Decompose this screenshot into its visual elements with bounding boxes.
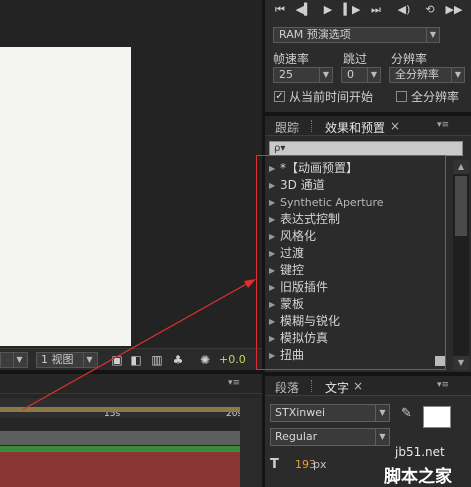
scroll-up-icon[interactable]: ▲ [453, 160, 469, 174]
loop-icon[interactable]: ⟲ [421, 2, 439, 18]
close-tab-icon[interactable]: × [353, 379, 363, 393]
tab-character[interactable]: 文字 [325, 379, 349, 396]
resolution-dropdown[interactable]: 全分辨率 ▼ [389, 67, 465, 83]
frame-rate-value: 25 [279, 68, 293, 81]
font-family-value: STXinwei [275, 406, 326, 419]
composition-canvas[interactable] [0, 47, 131, 346]
timeline-menu-icon[interactable]: ▾≡ [228, 378, 240, 388]
scroll-down-icon[interactable]: ▼ [453, 356, 469, 370]
panel-menu-icon[interactable]: ▾≡ [437, 380, 449, 390]
font-style-dropdown[interactable]: Regular ▼ [270, 428, 390, 446]
annotation-box [256, 155, 446, 370]
character-panel-tabs: 段落 文字 × ▾≡ [265, 376, 471, 396]
transport-controls: ⏮ ◀▍ ▶ ▍▶ ⏭ ◀) ⟲ ▶▶ [265, 0, 471, 20]
font-size-unit: px [313, 458, 327, 471]
fill-color-swatch[interactable] [423, 406, 451, 428]
font-family-dropdown[interactable]: STXinwei ▼ [270, 404, 390, 422]
tab-paragraph[interactable]: 段落 [275, 379, 299, 396]
work-area-bar[interactable] [0, 407, 240, 412]
fast-previews-icon[interactable]: ◧ [129, 353, 143, 367]
view-layout-label: 1 视图 [41, 353, 74, 366]
timeline-header: ▾≡ [0, 374, 262, 394]
timeline-icon[interactable]: ▥ [150, 353, 164, 367]
preview-panel: ⏮ ◀▍ ▶ ▍▶ ⏭ ◀) ⟲ ▶▶ RAM 预演选项 ▼ 帧速率 跳过 分辨… [265, 0, 471, 112]
effects-panel-tabs: 跟踪 效果和预置 × ▾≡ [265, 116, 471, 136]
panel-menu-icon[interactable]: ▾≡ [437, 120, 449, 130]
skip-label: 跳过 [343, 52, 368, 66]
skip-dropdown[interactable]: 0 ▼ [341, 67, 381, 83]
layer-duration-bar[interactable] [0, 431, 240, 445]
view-layout-dropdown[interactable]: 1 视图 ▼ [36, 352, 98, 368]
effects-search-input[interactable]: ρ▾ [269, 141, 463, 156]
timeline-navigator[interactable] [240, 398, 262, 487]
play-icon[interactable]: ▶ [319, 2, 337, 18]
watermark-url: jb51.net [395, 445, 445, 459]
tab-separator [311, 120, 312, 132]
layer-bar[interactable] [0, 451, 240, 487]
audio-icon[interactable]: ◀) [395, 2, 413, 18]
exposure-icon[interactable]: ✺ [198, 353, 212, 367]
frame-rate-dropdown[interactable]: 25 ▼ [273, 67, 333, 83]
last-frame-icon[interactable]: ⏭ [367, 2, 385, 18]
flowchart-icon[interactable]: ♣ [171, 353, 185, 367]
ram-preview-icon[interactable]: ▶▶ [445, 2, 463, 18]
composition-viewer[interactable] [0, 0, 262, 348]
frame-rate-label: 帧速率 [273, 52, 310, 66]
tab-tracker[interactable]: 跟踪 [275, 119, 299, 136]
font-style-value: Regular [275, 430, 318, 443]
toggle-pixel-aspect-icon[interactable]: ▣ [110, 353, 124, 367]
tab-separator [311, 380, 312, 392]
font-size-icon: T [270, 457, 279, 472]
skip-value: 0 [347, 68, 354, 81]
eyedropper-icon[interactable]: ✎ [401, 406, 415, 424]
viewer-toolbar: ▼ 1 视图 ▼ ▣ ◧ ▥ ♣ ✺ +0.0 [0, 348, 262, 370]
ram-preview-label: RAM 预演选项 [279, 28, 351, 41]
timeline-panel: ▾≡ 15s 20s [0, 374, 262, 487]
camera-view-dropdown[interactable]: ▼ [0, 352, 28, 368]
first-frame-icon[interactable]: ⏮ [271, 2, 289, 18]
full-screen-checkbox[interactable] [396, 91, 407, 102]
resolution-label: 分辨率 [391, 52, 428, 66]
resolution-value: 全分辨率 [395, 68, 439, 81]
close-tab-icon[interactable]: × [390, 119, 400, 133]
from-current-time-checkbox[interactable]: ✓ [274, 91, 285, 102]
watermark-logo-text: 脚本之家 [384, 467, 452, 487]
exposure-value[interactable]: +0.0 [219, 353, 246, 366]
previous-frame-icon[interactable]: ◀▍ [295, 2, 313, 18]
full-screen-label: 全分辨率 [411, 90, 460, 104]
next-frame-icon[interactable]: ▍▶ [343, 2, 361, 18]
effects-list-scrollbar[interactable]: ▲ ▼ [453, 160, 469, 370]
scrollbar-thumb[interactable] [455, 176, 467, 236]
tab-effects-presets[interactable]: 效果和预置 [325, 119, 385, 136]
ram-preview-dropdown[interactable]: RAM 预演选项 ▼ [273, 27, 440, 43]
from-current-time-label: 从当前时间开始 [289, 90, 374, 104]
